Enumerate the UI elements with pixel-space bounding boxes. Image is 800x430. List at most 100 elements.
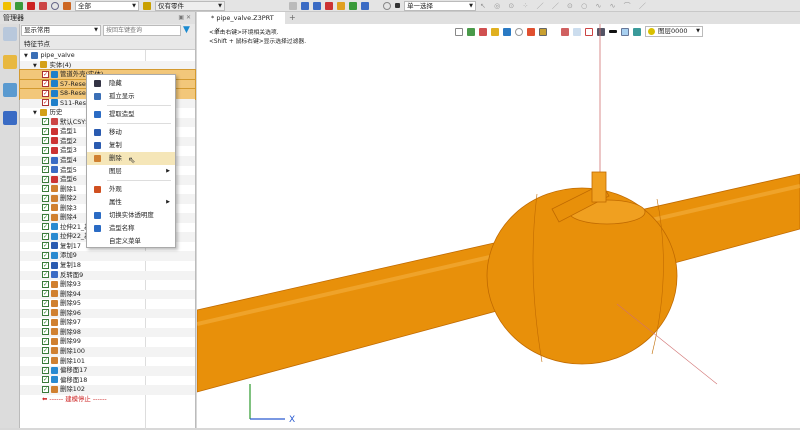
visibility-checkbox[interactable]: ✓ <box>42 194 49 202</box>
visibility-checkbox[interactable]: ✓ <box>42 70 49 78</box>
tool-icon[interactable] <box>313 1 321 10</box>
feature-tree-icon[interactable] <box>3 27 17 41</box>
menu-item[interactable]: 复制 <box>87 139 175 152</box>
clock-icon[interactable] <box>383 1 391 10</box>
visibility-checkbox[interactable]: ✓ <box>42 337 49 345</box>
remove-icon[interactable] <box>27 1 35 10</box>
tree-row[interactable]: ✓ 删除94 <box>20 289 195 300</box>
menu-item[interactable]: 切换实体透明度 <box>87 209 175 222</box>
visibility-checkbox[interactable]: ✓ <box>42 280 49 288</box>
visibility-checkbox[interactable]: ✓ <box>42 271 49 279</box>
visibility-checkbox[interactable]: ✓ <box>42 309 49 317</box>
filter-funnel-icon[interactable]: ▼ <box>183 25 190 37</box>
visibility-checkbox[interactable]: ✓ <box>42 299 49 307</box>
tree-row[interactable]: ✓ 删除97 <box>20 318 195 328</box>
visibility-checkbox[interactable]: ✓ <box>42 175 49 183</box>
tree-row[interactable]: ✓ 偏移面18 <box>20 376 195 386</box>
users-icon[interactable] <box>3 111 17 125</box>
tool-icon[interactable] <box>337 1 345 10</box>
tree-row[interactable]: ✓ 删除96 <box>20 308 195 319</box>
visibility-checkbox[interactable]: ✓ <box>42 318 49 326</box>
visibility-checkbox[interactable]: ✓ <box>42 89 49 97</box>
tool-icon[interactable] <box>325 1 333 10</box>
tool-icon[interactable] <box>361 1 369 10</box>
visibility-checkbox[interactable]: ✓ <box>42 156 49 164</box>
menu-item[interactable]: 图层 ▶ <box>87 165 175 178</box>
visibility-checkbox[interactable]: ✓ <box>42 290 49 298</box>
visibility-checkbox[interactable]: ✓ <box>42 99 49 107</box>
visibility-checkbox[interactable]: ✓ <box>42 242 49 250</box>
menu-item[interactable]: 外观 <box>87 183 175 196</box>
menu-item[interactable]: 自定义菜单 <box>87 235 175 248</box>
tree-row[interactable]: ✓ 删除95 <box>20 299 195 309</box>
menu-item[interactable]: 属性 ▶ <box>87 196 175 209</box>
tree-row[interactable]: ✓ 删除101 <box>20 357 195 367</box>
visibility-checkbox[interactable]: ✓ <box>42 223 49 231</box>
stop-icon[interactable] <box>395 3 400 8</box>
visibility-checkbox[interactable]: ✓ <box>42 328 49 336</box>
panel-close-icon[interactable]: ▣ ✕ <box>178 14 191 21</box>
model-view[interactable]: X <box>197 24 800 428</box>
visibility-checkbox[interactable]: ✓ <box>42 357 49 364</box>
tree-row[interactable]: ✓ 删除98 <box>20 327 195 338</box>
history-folder-icon <box>40 108 48 116</box>
new-tab-icon[interactable]: + <box>289 13 296 22</box>
tree-row[interactable]: ✓ 添加9 <box>20 251 195 262</box>
visibility-checkbox[interactable]: ✓ <box>42 127 49 135</box>
visibility-checkbox[interactable]: ✓ <box>42 376 49 384</box>
display-combo[interactable]: 显示常用 ▼ <box>21 25 101 36</box>
visibility-checkbox[interactable]: ✓ <box>42 146 49 154</box>
tool-icon[interactable] <box>349 1 357 10</box>
tree-row[interactable]: ✓ 删除100 <box>20 346 195 357</box>
tree-row[interactable]: ✓ 偏移面17 <box>20 366 195 376</box>
parts-icon[interactable] <box>3 55 17 69</box>
visibility-checkbox[interactable]: ✓ <box>42 166 49 174</box>
filter-icon[interactable] <box>39 1 47 10</box>
sketch-tools-icons[interactable]: ↖ ◎ ⊙ ⁘ ／ ／ ⊙ ○ ∿ ∿ ⌒ ／ <box>480 1 649 11</box>
part-filter-icon[interactable] <box>143 1 151 10</box>
viewport[interactable]: * pipe_valve.Z3PRT ✕ + <单击右键>环境相关选项. <Sh… <box>197 12 800 428</box>
visibility-checkbox[interactable]: ✓ <box>42 118 49 126</box>
part-icon[interactable] <box>63 1 71 10</box>
visibility-checkbox[interactable]: ✓ <box>42 185 49 193</box>
tool-icon[interactable] <box>301 1 309 10</box>
visibility-checkbox[interactable]: ✓ <box>42 261 49 269</box>
visibility-checkbox[interactable]: ✓ <box>42 251 49 259</box>
expand-chevron-icon[interactable]: ▼ <box>24 53 29 59</box>
assembly-nav-icon[interactable] <box>3 83 17 97</box>
document-tab[interactable]: * pipe_valve.Z3PRT ✕ <box>197 12 285 34</box>
tool-icon[interactable] <box>289 1 297 10</box>
add-icon[interactable] <box>15 1 23 10</box>
visibility-checkbox[interactable]: ✓ <box>42 137 49 145</box>
tree-row[interactable]: ✓ 删除93 <box>20 280 195 290</box>
select-mode-combo[interactable]: 单一选择 ▼ <box>404 0 476 11</box>
rollback-marker[interactable]: ⬅ ------ 建模停止 ------ <box>20 395 195 405</box>
menu-item[interactable]: 隐藏 <box>87 77 175 90</box>
parts-only-combo[interactable]: 仅有零件 ▼ <box>155 0 225 11</box>
visibility-checkbox[interactable]: ✓ <box>42 213 49 221</box>
menu-item[interactable]: 提取造型 <box>87 108 175 121</box>
expand-chevron-icon[interactable]: ▼ <box>33 63 38 69</box>
visibility-checkbox[interactable]: ✓ <box>42 204 49 212</box>
tree-row[interactable]: ▼ pipe_valve <box>20 51 195 61</box>
tree-row[interactable]: ✓ 删除99 <box>20 337 195 347</box>
filter-all-value: 全部 <box>78 1 91 10</box>
menu-item[interactable]: 造型名称 <box>87 222 175 235</box>
select-icon[interactable] <box>3 1 11 10</box>
menu-item[interactable]: 孤立显示 <box>87 90 175 103</box>
filter-all-combo[interactable]: 全部 ▼ <box>75 0 139 11</box>
visibility-checkbox[interactable]: ✓ <box>42 347 49 355</box>
circle-icon[interactable] <box>51 1 59 10</box>
visibility-checkbox[interactable]: ✓ <box>42 232 49 240</box>
tree-row[interactable]: ✓ 删除102 <box>20 385 195 395</box>
visibility-checkbox[interactable]: ✓ <box>42 80 49 88</box>
tree-row[interactable]: ▼ 实体(4) <box>20 60 195 71</box>
search-input[interactable] <box>103 25 181 36</box>
delete-icon <box>51 280 58 288</box>
visibility-checkbox[interactable]: ✓ <box>42 366 49 374</box>
tree-row[interactable]: ✓ 反转面9 <box>20 270 195 281</box>
tree-row[interactable]: ✓ 复制18 <box>20 261 195 271</box>
visibility-checkbox[interactable]: ✓ <box>42 385 49 393</box>
menu-item[interactable]: 移动 <box>87 126 175 139</box>
expand-chevron-icon[interactable]: ▼ <box>33 110 38 116</box>
